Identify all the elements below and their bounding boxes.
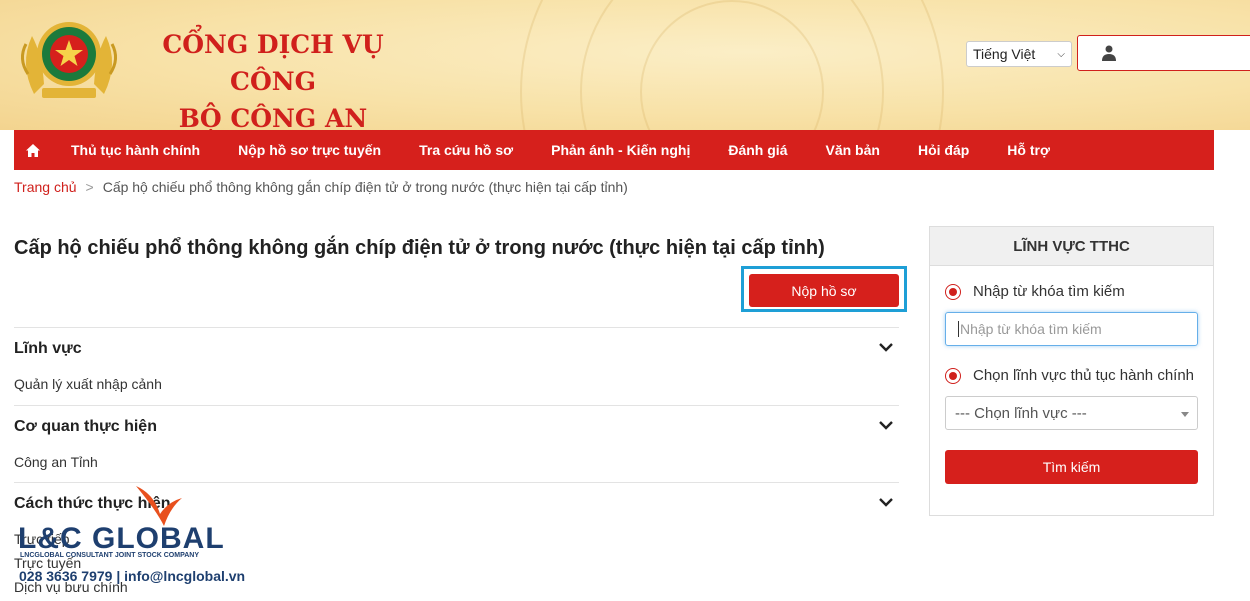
- keyword-search-input[interactable]: Nhập từ khóa tìm kiếm: [945, 312, 1198, 346]
- page-title: Cấp hộ chiếu phổ thông không gắn chíp đi…: [14, 237, 825, 259]
- login-button[interactable]: [1077, 35, 1250, 71]
- language-value: Tiếng Việt: [973, 46, 1036, 62]
- home-icon: [26, 143, 40, 157]
- nav-item-support[interactable]: Hỗ trợ: [988, 142, 1069, 158]
- breadcrumb-home-link[interactable]: Trang chủ: [14, 179, 77, 195]
- site-title-line1: CỔNG DỊCH VỤ CÔNG: [162, 30, 384, 96]
- breadcrumb-current: Cấp hộ chiếu phổ thông không gắn chíp đi…: [102, 179, 628, 195]
- chevron-down-icon[interactable]: [879, 420, 893, 430]
- home-nav-button[interactable]: [14, 130, 52, 170]
- section-title: Lĩnh vực: [14, 340, 82, 357]
- chevron-down-icon: ⌵: [1057, 48, 1065, 60]
- watermark-contact: 028 3636 7979 | info@lncglobal.vn: [19, 568, 246, 584]
- procedure-field-sidebar: LĨNH VỰC TTHC Nhập từ khóa tìm kiếm Nhập…: [929, 226, 1214, 516]
- field-select-dropdown[interactable]: --- Chọn lĩnh vực ---: [945, 396, 1198, 430]
- nav-item-faq[interactable]: Hỏi đáp: [899, 142, 988, 158]
- section-value: Công an Tỉnh: [14, 454, 98, 470]
- caret-down-icon: [1181, 412, 1189, 417]
- section-field[interactable]: Lĩnh vực Quản lý xuất nhập cảnh: [14, 327, 899, 406]
- language-select[interactable]: Tiếng Việt ⌵: [966, 41, 1072, 67]
- site-title[interactable]: CỔNG DỊCH VỤ CÔNG BỘ CÔNG AN: [144, 26, 402, 130]
- nav-item-feedback[interactable]: Phản ánh - Kiến nghị: [532, 142, 709, 158]
- watermark-logo-text: L&C GLOBAL: [18, 522, 225, 555]
- nav-item-online-submission[interactable]: Nộp hồ sơ trực tuyến: [219, 142, 400, 158]
- search-button[interactable]: Tìm kiếm: [945, 450, 1198, 484]
- submit-highlight-frame: Nộp hồ sơ: [741, 266, 907, 312]
- breadcrumb-separator: >: [85, 179, 94, 195]
- chevron-down-icon[interactable]: [879, 342, 893, 352]
- section-title: Cơ quan thực hiện: [14, 418, 157, 435]
- nav-item-documents[interactable]: Văn bản: [806, 142, 898, 158]
- section-value: Quản lý xuất nhập cảnh: [14, 376, 162, 392]
- keyword-placeholder: Nhập từ khóa tìm kiếm: [960, 321, 1102, 337]
- radio-field-option[interactable]: Chọn lĩnh vực thủ tục hành chính: [945, 367, 1194, 384]
- nav-item-rating[interactable]: Đánh giá: [709, 142, 806, 158]
- site-header: CỔNG DỊCH VỤ CÔNG BỘ CÔNG AN Tiếng Việt …: [0, 0, 1250, 130]
- chevron-down-icon[interactable]: [879, 497, 893, 507]
- main-nav: Thủ tục hành chính Nộp hồ sơ trực tuyến …: [14, 130, 1214, 170]
- radio-button[interactable]: [945, 283, 961, 300]
- nav-item-file-lookup[interactable]: Tra cứu hồ sơ: [400, 142, 532, 158]
- site-title-line2: BỘ CÔNG AN: [178, 104, 368, 130]
- field-select-value: --- Chọn lĩnh vực ---: [955, 404, 1087, 422]
- police-emblem-logo[interactable]: [14, 14, 124, 106]
- section-agency[interactable]: Cơ quan thực hiện Công an Tỉnh: [14, 405, 899, 483]
- radio-label: Nhập từ khóa tìm kiếm: [973, 283, 1125, 300]
- user-icon: [1102, 45, 1116, 61]
- submit-application-button[interactable]: Nộp hồ sơ: [749, 274, 899, 307]
- nav-item-administrative-procedures[interactable]: Thủ tục hành chính: [52, 142, 219, 158]
- company-watermark: L&C GLOBAL LNCGLOBAL CONSULTANT JOINT ST…: [14, 484, 246, 594]
- breadcrumb: Trang chủ > Cấp hộ chiếu phổ thông không g…: [14, 179, 628, 195]
- watermark-subtitle: LNCGLOBAL CONSULTANT JOINT STOCK COMPANY: [20, 552, 200, 559]
- radio-button[interactable]: [945, 367, 961, 384]
- sidebar-header: LĨNH VỰC TTHC: [930, 227, 1213, 266]
- radio-keyword-option[interactable]: Nhập từ khóa tìm kiếm: [945, 283, 1125, 300]
- radio-label: Chọn lĩnh vực thủ tục hành chính: [973, 367, 1195, 384]
